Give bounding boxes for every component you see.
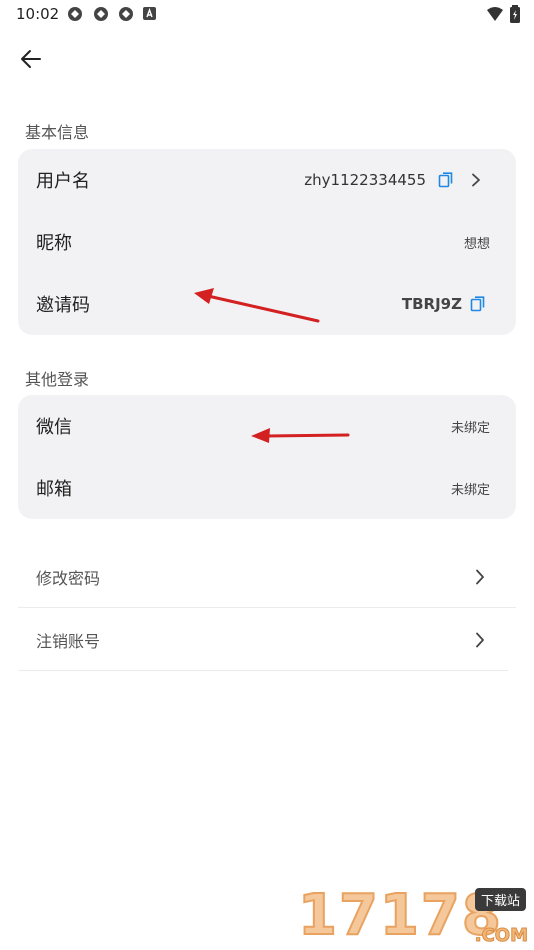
row-label: 用户名 [36,171,90,192]
sync-icon [94,7,108,21]
change-password-label: 修改密码 [36,568,101,588]
delete-account-label: 注销账号 [36,631,101,651]
wechat-status: 未绑定 [450,420,490,436]
wifi-icon [487,7,503,21]
row-label: 邮箱 [36,479,72,500]
watermark-suffix: .COM [474,925,528,947]
battery-icon [510,5,520,23]
status-bar: 10:02 [0,0,534,28]
back-button[interactable] [14,42,48,76]
row-label: 微信 [36,417,72,438]
other-login-card: 微信 未绑定 邮箱 未绑定 [18,395,516,519]
watermark-numbers: 17178 [297,882,503,949]
arrow-left-icon [21,50,41,68]
email-status: 未绑定 [450,482,490,498]
invite-code-value: TBRJ9Z [401,295,462,313]
row-username[interactable]: 用户名 zhy1122334455 [18,149,516,211]
watermark-badge: 下载站 [474,888,526,911]
row-label: 昵称 [36,233,72,254]
chevron-right-icon [466,170,486,190]
row-label: 邀请码 [36,295,90,316]
row-wechat[interactable]: 微信 未绑定 [18,395,516,457]
a-badge-icon [143,7,156,20]
status-time: 10:02 [16,5,60,23]
section-title-basic-info: 基本信息 [25,123,90,142]
section-title-other-login: 其他登录 [25,370,90,389]
sync-icon [68,7,82,21]
watermark-logo: 17178 下载站 .COM [297,882,529,949]
delete-account-row[interactable]: 注销账号 [18,609,508,671]
chevron-right-icon [476,632,484,648]
status-right [486,5,520,23]
copy-icon[interactable] [436,170,456,190]
chevron-right-icon [476,569,484,585]
row-invite-code[interactable]: 邀请码 TBRJ9Z [18,273,516,335]
username-value: zhy1122334455 [304,171,426,189]
sync-icon [119,7,133,21]
row-email[interactable]: 邮箱 未绑定 [18,457,516,519]
nickname-value: 想想 [463,236,490,252]
basic-info-card: 用户名 zhy1122334455 昵称 想想 邀请码 TBRJ9Z [18,149,516,335]
copy-icon[interactable] [468,294,488,314]
change-password-row[interactable]: 修改密码 [18,546,516,608]
row-nickname[interactable]: 昵称 想想 [18,211,516,273]
